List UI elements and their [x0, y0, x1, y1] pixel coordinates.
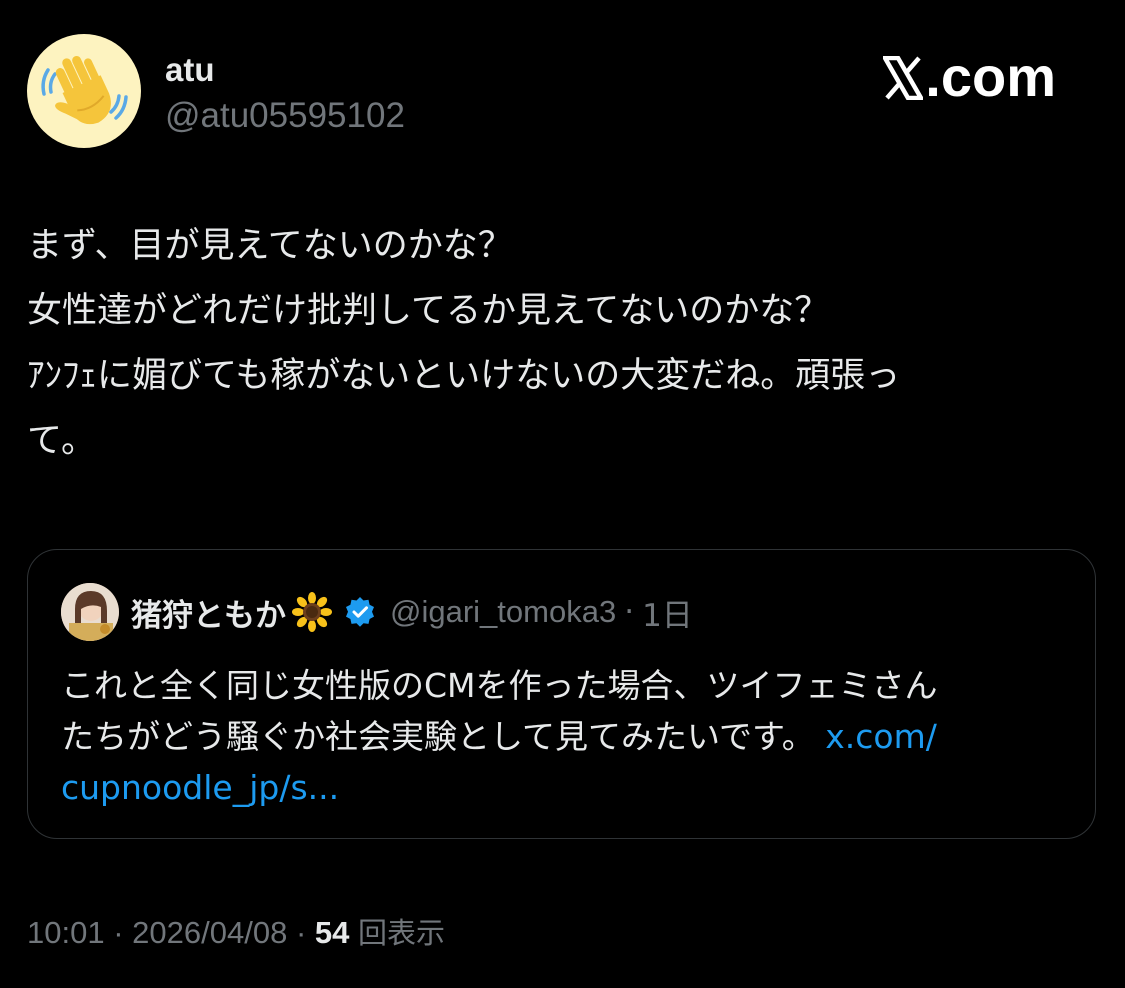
- quoted-tweet-header: 猪狩ともか @igari_tomoka3 · 1日: [61, 582, 693, 642]
- tweet-text-line: ｱﾝﾌｪに媚びても稼がないといけないの大変だね。頑張っ: [27, 356, 901, 396]
- tweet-text-line: まず、目が見えてないのかな？: [27, 226, 513, 266]
- separator-dot: ·: [295, 915, 307, 950]
- quoted-text-line: これと全く同じ女性版のCMを作った場合、ツイフェミさん: [61, 666, 938, 705]
- tweet-meta: 10:01 · 2026/04/08 · 54 回表示: [27, 910, 445, 952]
- quoted-text-line: たちがどう騒ぐか社会実験として見てみたいです。 x.com/: [61, 711, 1061, 762]
- sunflower-icon: [292, 592, 332, 632]
- quoted-tweet-card[interactable]: 猪狩ともか @igari_tomoka3 · 1日 これと全く同じ女性版のCMを…: [27, 549, 1096, 839]
- quoted-tweet-link-cont[interactable]: cupnoodle_jp/s...: [61, 768, 339, 807]
- verified-badge-icon: [344, 596, 376, 628]
- quoted-tweet-link[interactable]: x.com/: [825, 717, 937, 756]
- x-logo-icon: [881, 46, 926, 101]
- waving-hand-icon: [41, 55, 128, 125]
- quoted-author-name[interactable]: 猪狩ともか: [131, 590, 286, 635]
- author-handle[interactable]: @atu05595102: [165, 94, 405, 138]
- views-label: 回表示: [358, 916, 446, 950]
- separator-dot: ·: [624, 594, 635, 630]
- tweet-date[interactable]: 2026/04/08: [132, 915, 287, 950]
- watermark-text: .com: [925, 45, 1056, 108]
- quoted-author-avatar[interactable]: [61, 583, 119, 641]
- separator-dot: ·: [113, 915, 124, 950]
- x-com-watermark: .com: [881, 42, 1056, 112]
- tweet-time[interactable]: 10:01: [27, 915, 105, 950]
- quoted-text-line: cupnoodle_jp/s...: [61, 762, 1061, 813]
- views-count[interactable]: 54: [315, 915, 349, 950]
- author-display-name[interactable]: atu: [165, 50, 405, 90]
- tweet-text: まず、目が見えてないのかな？ 女性達がどれだけ批判してるか見えてないのかな？ ｱ…: [27, 214, 1097, 474]
- quoted-text-segment: たちがどう騒ぐか社会実験として見てみたいです。: [61, 717, 815, 756]
- quoted-tweet-time[interactable]: 1日: [642, 590, 693, 635]
- tweet-text-line: 女性達がどれだけ批判してるか見えてないのかな？: [27, 291, 830, 331]
- quoted-tweet-text: これと全く同じ女性版のCMを作った場合、ツイフェミさん たちがどう騒ぐか社会実験…: [61, 660, 1061, 813]
- quoted-author-handle[interactable]: @igari_tomoka3: [390, 594, 616, 630]
- tweet-header: atu @atu05595102 .com: [27, 34, 1098, 150]
- tweet-text-line: て。: [27, 421, 96, 461]
- author-avatar[interactable]: [27, 34, 141, 148]
